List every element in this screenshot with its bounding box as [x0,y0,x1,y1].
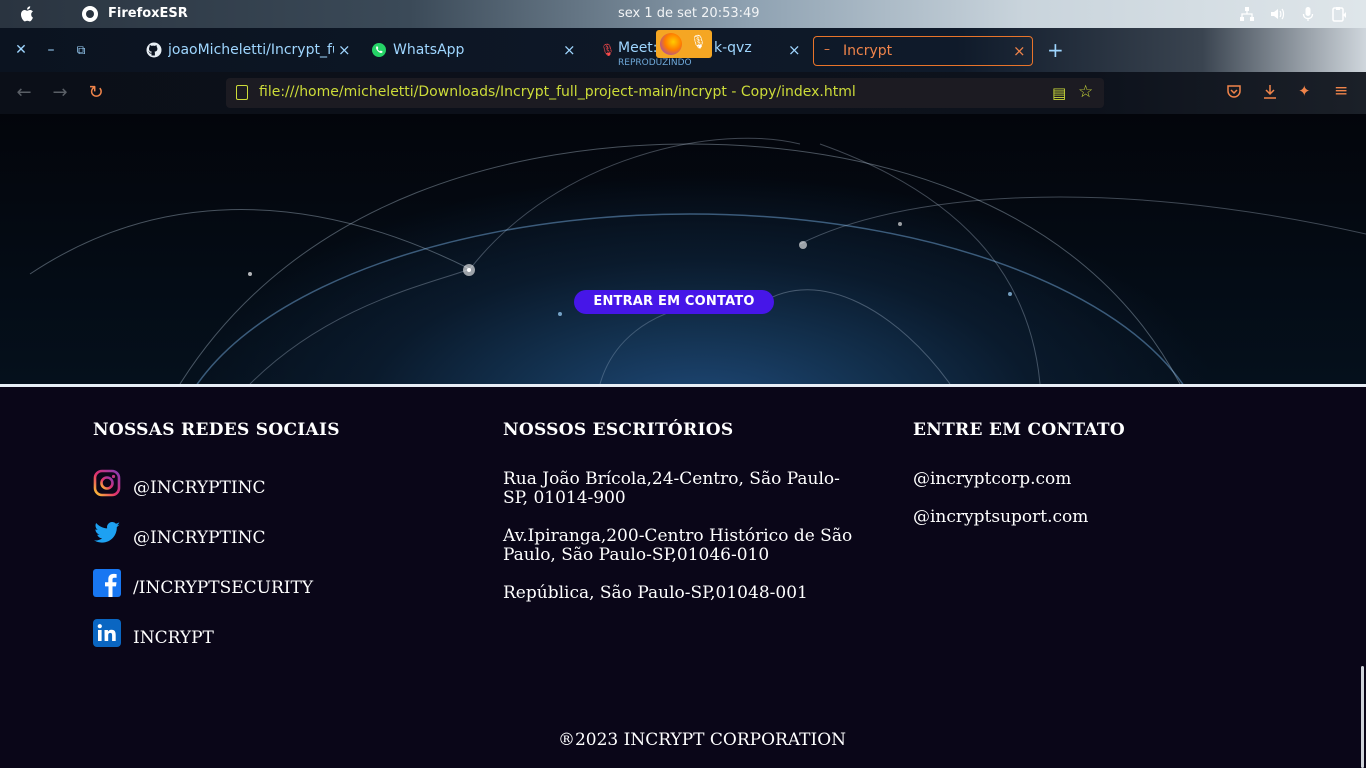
tab-label: WhatsApp [393,42,465,58]
forward-button[interactable]: → [49,82,71,104]
tab-whatsapp[interactable]: WhatsApp × [365,36,580,66]
social-heading: NOSSAS REDES SOCIAIS [93,420,340,440]
tab-label: Incrypt [843,43,893,59]
os-top-bar: FirefoxESR sex 1 de set 20:53:49 [0,0,1366,28]
extension-icon[interactable]: ✦ [1298,82,1311,100]
contact-heading: ENTRE EM CONTATO [913,420,1125,440]
back-button[interactable]: ← [13,82,35,104]
tab-github[interactable]: joaoMicheletti/Incrypt_fu × [140,36,355,66]
contact-email[interactable]: @incryptcorp.com [913,469,1071,489]
microphone-icon: 🎙 [690,35,707,50]
hero-section: ENTRAR EM CONTATO [0,114,1366,384]
clock[interactable]: sex 1 de set 20:53:49 [618,6,760,21]
facebook-icon [93,569,121,597]
bookmark-star-icon[interactable]: ☆ [1078,82,1093,102]
copyright: ®2023 INCRYPT CORPORATION [557,730,847,750]
office-address: Rua João Brícola,24-Centro, São Paulo-SP… [503,469,840,508]
contact-cta-button[interactable]: ENTRAR EM CONTATO [574,290,774,314]
clipboard-icon[interactable] [1331,6,1347,22]
earth-network-illustration [29,137,1366,384]
tab-close-icon[interactable]: × [338,41,351,59]
twitter-icon [94,522,120,543]
new-tab-button[interactable]: + [1047,38,1064,62]
social-handle[interactable]: INCRYPT [133,628,214,648]
pocket-icon[interactable] [1226,84,1242,100]
whatsapp-icon [372,43,386,57]
url-text[interactable]: file:///home/micheletti/Downloads/Incryp… [259,84,856,100]
tab-incrypt[interactable]: – Incrypt × [813,36,1033,66]
social-handle[interactable]: @INCRYPTINC [133,478,265,498]
github-icon [146,42,162,58]
window-restore-icon[interactable]: ⧉ [73,42,89,58]
social-handle[interactable]: @INCRYPTINC [133,528,265,548]
tab-close-icon[interactable]: × [563,41,576,59]
url-bar[interactable]: file:///home/micheletti/Downloads/Incryp… [226,78,1104,108]
volume-icon[interactable] [1269,6,1285,22]
reload-button[interactable]: ↻ [85,82,107,104]
navigation-bar: ← → ↻ file:///home/micheletti/Downloads/… [0,72,1366,114]
instagram-icon [93,469,121,497]
office-address: República, São Paulo-SP,01048-001 [503,583,808,603]
tab-close-icon[interactable]: × [788,41,801,59]
microphone-icon[interactable] [1300,6,1316,22]
tab-playing-label: REPRODUZINDO [618,58,692,68]
reader-view-icon[interactable]: ▤ [1052,84,1066,102]
tab-label: joaoMicheletti/Incrypt_fu [168,42,334,58]
linkedin-icon [93,619,121,647]
office-address: Av.Ipiranga,200-Centro Histórico de São … [503,526,853,565]
window-minimize-icon[interactable]: – [43,42,59,58]
apple-icon[interactable] [20,5,36,23]
firefox-icon [660,33,682,55]
window-close-icon[interactable]: ✕ [13,42,29,58]
download-icon[interactable] [1262,84,1278,100]
menu-icon[interactable]: ≡ [1334,81,1348,101]
page-icon: – [824,42,830,56]
app-name[interactable]: FirefoxESR [108,6,188,21]
sharing-indicator[interactable]: 🎙 [656,30,712,58]
page-scrollbar[interactable] [1361,666,1364,768]
social-handle[interactable]: /INCRYPTSECURITY [133,578,313,598]
tab-label-tail: k-qvz [714,40,752,56]
firefox-small-icon [82,6,98,22]
offices-heading: NOSSOS ESCRITÓRIOS [503,420,734,440]
tab-label: Meet: [618,40,658,56]
tab-close-icon[interactable]: × [1013,42,1026,60]
muted-mic-icon[interactable]: 🎙 [600,43,615,57]
footer: NOSSAS REDES SOCIAIS NOSSOS ESCRITÓRIOS … [0,387,1366,768]
contact-email[interactable]: @incryptsuport.com [913,507,1088,527]
page-icon [236,85,248,100]
network-icon[interactable] [1239,6,1255,22]
